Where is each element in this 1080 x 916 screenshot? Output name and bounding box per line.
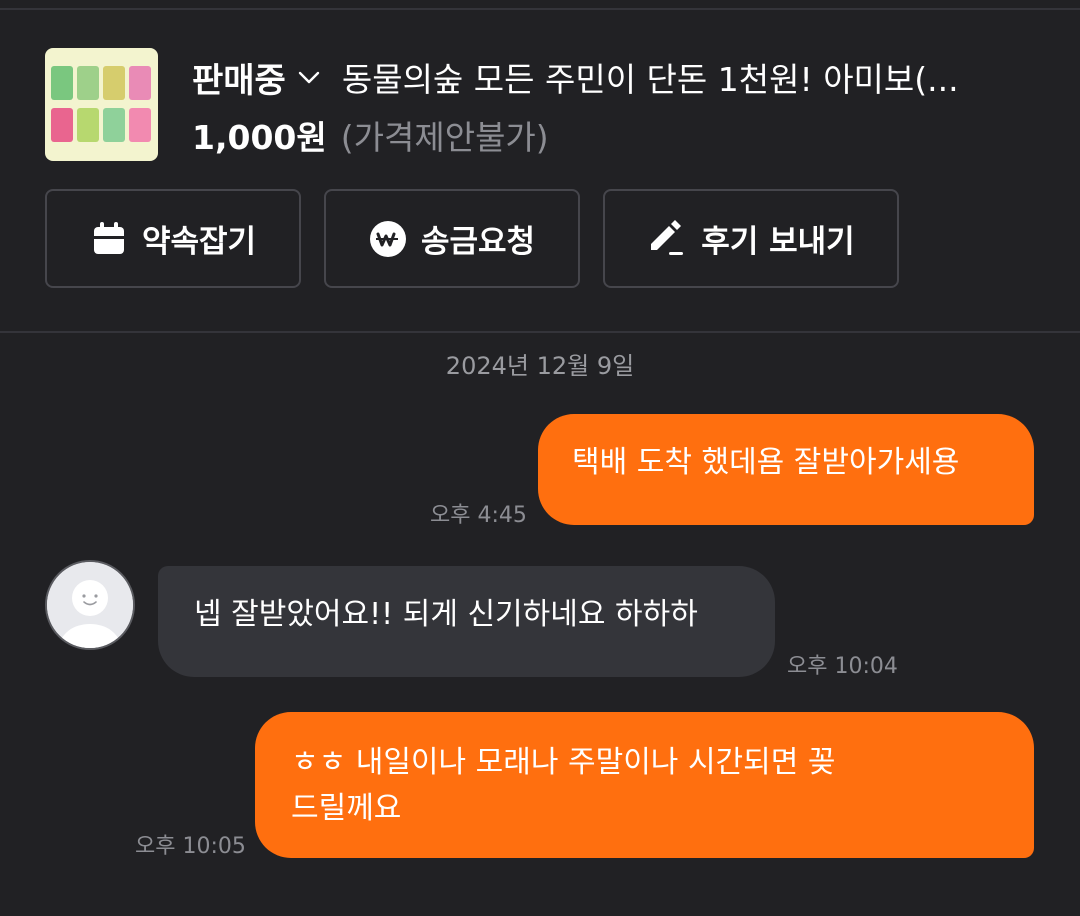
default-profile-icon bbox=[47, 562, 133, 648]
message-bubble-outgoing[interactable]: 택배 도착 했데욤 잘받아가세용 bbox=[538, 414, 1034, 525]
message-time: 오후 4:45 bbox=[430, 503, 527, 528]
header-divider bbox=[0, 331, 1080, 333]
thumbnail-card bbox=[51, 66, 73, 100]
message-bubble-incoming[interactable]: 넵 잘받았어요!! 되게 신기하네요 하하하 bbox=[158, 566, 775, 677]
schedule-button[interactable]: 약속잡기 bbox=[45, 189, 301, 288]
schedule-button-label: 약속잡기 bbox=[141, 224, 257, 260]
thumbnail-card bbox=[129, 66, 151, 100]
thumbnail-card bbox=[129, 108, 151, 142]
top-divider bbox=[0, 8, 1080, 10]
thumbnail-card bbox=[77, 108, 99, 142]
product-title-row: 판매중 동물의숲 모든 주민이 단돈 1천원! 아미보(... bbox=[192, 52, 1042, 102]
request-payment-button[interactable]: 송금요청 bbox=[324, 189, 580, 288]
thumbnail-card bbox=[103, 66, 125, 100]
product-price: 1,000원 bbox=[192, 118, 327, 157]
message-time: 오후 10:04 bbox=[787, 654, 898, 679]
avatar[interactable] bbox=[45, 560, 135, 650]
sale-status-dropdown[interactable]: 판매중 bbox=[192, 53, 286, 102]
calendar-icon bbox=[93, 221, 124, 254]
pencil-icon bbox=[651, 219, 684, 255]
price-row: 1,000원 (가격제안불가) bbox=[192, 110, 549, 160]
product-title[interactable]: 동물의숲 모든 주민이 단돈 1천원! 아미보(... bbox=[342, 53, 959, 101]
chat-date-separator: 2024년 12월 9일 bbox=[445, 352, 635, 380]
message-time: 오후 10:05 bbox=[135, 834, 246, 859]
thumbnail-card bbox=[51, 108, 73, 142]
chevron-down-icon[interactable] bbox=[294, 62, 324, 92]
message-text: 택배 도착 했데욤 잘받아가세용 bbox=[572, 445, 960, 480]
message-text-line: ㅎㅎ 내일이나 모래나 주말이나 시간되면 꽂 bbox=[291, 745, 836, 780]
request-payment-label: 송금요청 bbox=[420, 224, 536, 260]
thumbnail-card bbox=[103, 108, 125, 142]
thumbnail-card bbox=[77, 66, 99, 100]
send-review-button[interactable]: 후기 보내기 bbox=[603, 189, 899, 288]
message-text-line: 드릴께요 bbox=[291, 791, 402, 826]
won-coin-icon bbox=[369, 220, 406, 257]
send-review-label: 후기 보내기 bbox=[701, 224, 855, 260]
product-thumbnail[interactable] bbox=[45, 48, 158, 161]
message-bubble-outgoing[interactable]: ㅎㅎ 내일이나 모래나 주말이나 시간되면 꽂 드릴께요 bbox=[255, 712, 1034, 858]
message-text: 넵 잘받았어요!! 되게 신기하네요 하하하 bbox=[194, 597, 698, 632]
price-note: (가격제안불가) bbox=[340, 118, 549, 157]
